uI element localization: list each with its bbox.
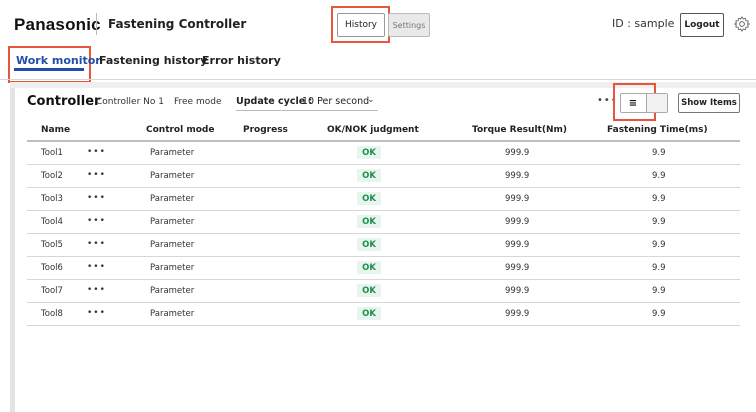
update-cycle-select[interactable]: 10 Per second [302,96,369,107]
app-header: Panasonic Fastening Controller History S… [0,0,756,50]
table-row[interactable]: Tool2 ••• Parameter OK 999.9 9.9 [27,165,740,188]
tab-work-monitor[interactable]: Work monitor [16,54,101,67]
tool-name: Tool4 [41,217,63,227]
settings-button[interactable]: Settings [388,13,430,37]
show-items-button[interactable]: Show Items [678,93,740,113]
torque-result: 999.9 [505,309,530,319]
fastening-time: 9.9 [652,286,666,296]
fastening-time: 9.9 [652,148,666,158]
ok-badge: OK [357,169,381,182]
grid-view-button[interactable] [646,94,667,112]
chevron-down-icon[interactable]: ⌄ [367,95,375,105]
control-mode: Parameter [150,148,195,158]
fastening-time: 9.9 [652,194,666,204]
control-mode: Parameter [150,263,195,273]
control-mode: Parameter [150,194,195,204]
control-mode: Parameter [150,217,195,227]
fastening-time: 9.9 [652,217,666,227]
torque-result: 999.9 [505,217,530,227]
ok-badge: OK [357,215,381,228]
fastening-time: 9.9 [652,240,666,250]
history-button[interactable]: History [337,13,385,37]
fastening-time: 9.9 [652,263,666,273]
tab-fastening-history[interactable]: Fastening history [99,54,207,67]
row-more-button[interactable]: ••• [87,216,106,226]
col-torque: Torque Result(Nm) [472,125,567,135]
torque-result: 999.9 [505,286,530,296]
row-more-button[interactable]: ••• [87,308,106,318]
col-fastening-time: Fastening Time(ms) [607,125,708,135]
row-more-button[interactable]: ••• [87,147,106,157]
gear-icon[interactable] [733,15,751,33]
table-row[interactable]: Tool5 ••• Parameter OK 999.9 9.9 [27,234,740,257]
ok-badge: OK [357,146,381,159]
tab-error-history[interactable]: Error history [202,54,281,67]
update-cycle-label: Update cycle : [236,96,313,107]
col-progress: Progress [243,125,288,135]
table-row[interactable]: Tool3 ••• Parameter OK 999.9 9.9 [27,188,740,211]
table-row[interactable]: Tool6 ••• Parameter OK 999.9 9.9 [27,257,740,280]
row-more-button[interactable]: ••• [87,239,106,249]
tool-name: Tool5 [41,240,63,250]
fastening-time: 9.9 [652,171,666,181]
control-mode: Parameter [150,309,195,319]
table-row[interactable]: Tool8 ••• Parameter OK 999.9 9.9 [27,303,740,326]
row-more-button[interactable]: ••• [87,262,106,272]
ok-badge: OK [357,307,381,320]
row-more-button[interactable]: ••• [87,285,106,295]
tool-name: Tool7 [41,286,63,296]
table-row[interactable]: Tool7 ••• Parameter OK 999.9 9.9 [27,280,740,303]
ok-badge: OK [357,284,381,297]
table-header: Name Control mode Progress OK/NOK judgme… [27,118,740,142]
torque-result: 999.9 [505,171,530,181]
tool-name: Tool8 [41,309,63,319]
row-more-button[interactable]: ••• [87,193,106,203]
control-mode: Parameter [150,171,195,181]
brand-divider [96,13,97,35]
ok-badge: OK [357,238,381,251]
update-cycle-underline [236,110,378,111]
row-more-button[interactable]: ••• [87,170,106,180]
controller-name: Controller No 1 [96,97,164,107]
controller-title: Controller [27,94,101,109]
table-row[interactable]: Tool1 ••• Parameter OK 999.9 9.9 [27,142,740,165]
logout-button[interactable]: Logout [680,13,724,37]
ok-badge: OK [357,192,381,205]
list-view-icon[interactable]: ≡ [622,95,644,111]
ok-badge: OK [357,261,381,274]
col-name: Name [41,125,71,135]
tool-name: Tool6 [41,263,63,273]
torque-result: 999.9 [505,263,530,273]
torque-result: 999.9 [505,194,530,204]
tool-name: Tool1 [41,148,63,158]
tab-divider [0,79,756,80]
col-control-mode: Control mode [146,125,215,135]
tool-name: Tool2 [41,171,63,181]
active-tab-indicator [14,68,84,71]
brand-logo: Panasonic [14,15,101,34]
controller-mode: Free mode [174,97,222,107]
fastening-time: 9.9 [652,309,666,319]
app-title: Fastening Controller [108,17,247,31]
table-row[interactable]: Tool4 ••• Parameter OK 999.9 9.9 [27,211,740,234]
torque-result: 999.9 [505,240,530,250]
control-mode: Parameter [150,286,195,296]
torque-result: 999.9 [505,148,530,158]
user-id: ID : sample [612,17,675,30]
tool-name: Tool3 [41,194,63,204]
col-judgment: OK/NOK judgment [327,125,419,135]
control-mode: Parameter [150,240,195,250]
